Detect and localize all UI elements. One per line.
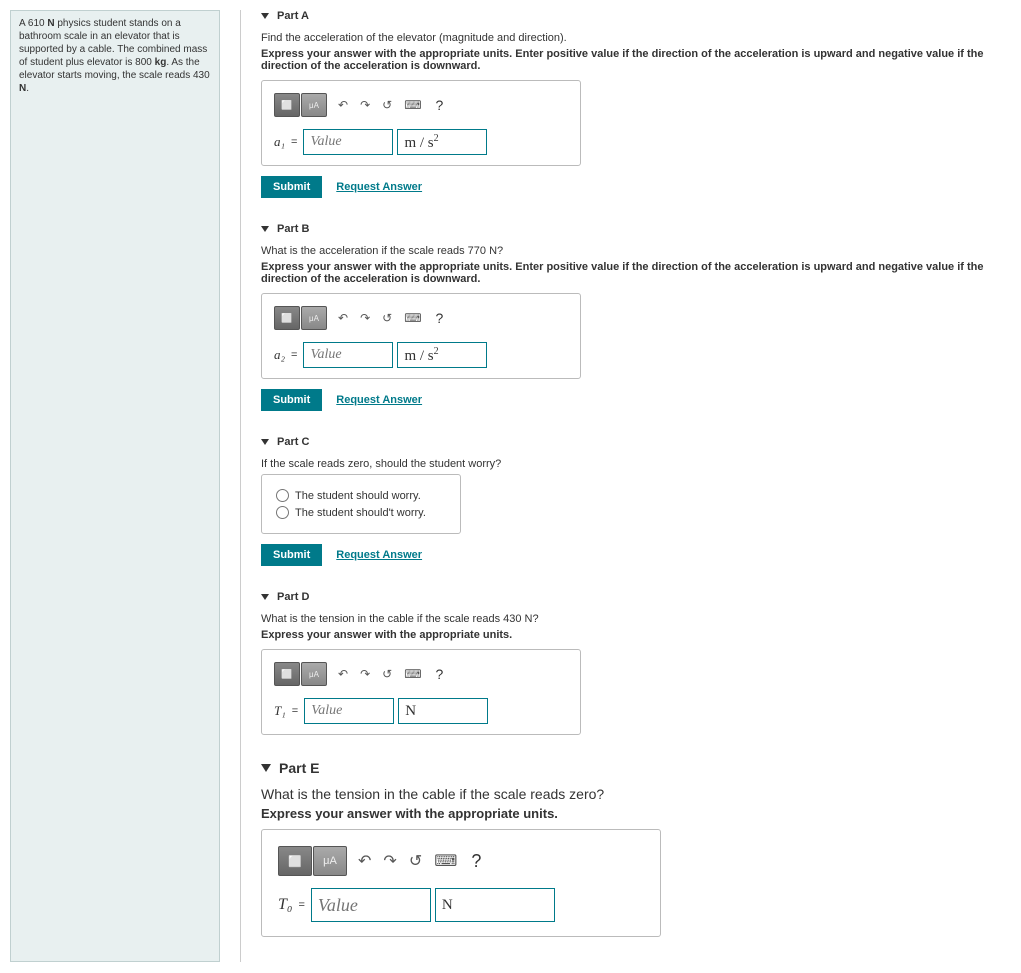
symbols-button[interactable]: μA (301, 93, 327, 117)
part-c: Part C If the scale reads zero, should t… (261, 436, 1011, 566)
part-e-unit-input[interactable]: N (435, 888, 555, 922)
part-b-unit-input[interactable]: m / s2 (397, 342, 487, 368)
part-c-options: The student should worry. The student sh… (261, 474, 461, 534)
keyboard-icon[interactable]: ⌨ (402, 667, 423, 681)
part-b-prompt: What is the acceleration if the scale re… (261, 245, 1011, 257)
part-a-instructions: Express your answer with the appropriate… (261, 48, 1011, 72)
part-a-title: Part A (277, 10, 309, 22)
help-icon[interactable]: ? (467, 851, 485, 872)
part-a-value-input[interactable] (303, 129, 393, 155)
reset-icon[interactable]: ↺ (380, 667, 394, 681)
keyboard-icon[interactable]: ⌨ (402, 98, 423, 112)
part-b-toolbar: ⬜ μA ↶ ↷ ↺ ⌨ ? (274, 304, 568, 332)
part-b: Part B What is the acceleration if the s… (261, 223, 1011, 411)
part-a-unit-input[interactable]: m / s2 (397, 129, 487, 155)
caret-icon (261, 439, 269, 445)
help-icon[interactable]: ? (432, 310, 448, 326)
part-b-answer-box: ⬜ μA ↶ ↷ ↺ ⌨ ? a₂ = m / s2 (261, 293, 581, 379)
symbols-button[interactable]: μA (301, 662, 327, 686)
undo-icon[interactable]: ↶ (336, 311, 350, 325)
help-icon[interactable]: ? (432, 97, 448, 113)
keyboard-icon[interactable]: ⌨ (402, 311, 423, 325)
part-e-answer-box: ⬜ μA ↶ ↷ ↺ ⌨ ? T₀ = N (261, 829, 661, 937)
part-d-unit-input[interactable]: N (398, 698, 488, 724)
keyboard-icon[interactable]: ⌨ (432, 851, 459, 871)
part-d-prompt: What is the tension in the cable if the … (261, 613, 1011, 625)
template-button[interactable]: ⬜ (278, 846, 312, 876)
part-c-request-answer[interactable]: Request Answer (336, 549, 422, 561)
part-e-value-input[interactable] (311, 888, 431, 922)
part-b-value-input[interactable] (303, 342, 393, 368)
redo-icon[interactable]: ↷ (358, 667, 372, 681)
part-b-submit-button[interactable]: Submit (261, 389, 322, 411)
redo-icon[interactable]: ↷ (381, 851, 398, 871)
part-c-radio-2[interactable] (276, 506, 289, 519)
part-e: Part E What is the tension in the cable … (261, 760, 1011, 937)
part-e-instructions: Express your answer with the appropriate… (261, 806, 1011, 821)
part-c-prompt: If the scale reads zero, should the stud… (261, 458, 1011, 470)
part-d-instructions: Express your answer with the appropriate… (261, 629, 1011, 641)
part-b-title: Part B (277, 223, 309, 235)
problem-statement: A 610 N physics student stands on a bath… (10, 10, 220, 962)
template-button[interactable]: ⬜ (274, 93, 300, 117)
part-a-toolbar: ⬜ μA ↶ ↷ ↺ ⌨ ? (274, 91, 568, 119)
part-a: Part A Find the acceleration of the elev… (261, 10, 1011, 198)
caret-icon (261, 13, 269, 19)
template-button[interactable]: ⬜ (274, 662, 300, 686)
part-a-header[interactable]: Part A (261, 10, 1011, 22)
part-e-header[interactable]: Part E (261, 760, 1011, 776)
part-b-var: a₂ (274, 347, 285, 363)
part-d: Part D What is the tension in the cable … (261, 591, 1011, 735)
caret-icon (261, 594, 269, 600)
undo-icon[interactable]: ↶ (336, 98, 350, 112)
caret-icon (261, 226, 269, 232)
part-d-answer-box: ⬜ μA ↶ ↷ ↺ ⌨ ? T₁ = N (261, 649, 581, 735)
part-a-prompt: Find the acceleration of the elevator (m… (261, 32, 1011, 44)
part-b-header[interactable]: Part B (261, 223, 1011, 235)
part-d-toolbar: ⬜ μA ↶ ↷ ↺ ⌨ ? (274, 660, 568, 688)
part-c-option-2[interactable]: The student should't worry. (276, 506, 446, 519)
part-c-title: Part C (277, 436, 309, 448)
part-c-submit-button[interactable]: Submit (261, 544, 322, 566)
undo-icon[interactable]: ↶ (336, 667, 350, 681)
part-c-header[interactable]: Part C (261, 436, 1011, 448)
part-a-request-answer[interactable]: Request Answer (336, 181, 422, 193)
part-b-request-answer[interactable]: Request Answer (336, 394, 422, 406)
reset-icon[interactable]: ↺ (380, 98, 394, 112)
part-c-radio-1[interactable] (276, 489, 289, 502)
part-d-header[interactable]: Part D (261, 591, 1011, 603)
part-e-var: T₀ (278, 896, 292, 914)
part-c-option-1[interactable]: The student should worry. (276, 489, 446, 502)
redo-icon[interactable]: ↷ (358, 311, 372, 325)
part-e-title: Part E (279, 760, 319, 776)
reset-icon[interactable]: ↺ (380, 311, 394, 325)
part-b-instructions: Express your answer with the appropriate… (261, 261, 1011, 285)
redo-icon[interactable]: ↷ (358, 98, 372, 112)
caret-icon (261, 764, 271, 772)
part-d-var: T₁ (274, 703, 286, 719)
template-button[interactable]: ⬜ (274, 306, 300, 330)
symbols-button[interactable]: μA (313, 846, 347, 876)
part-e-prompt: What is the tension in the cable if the … (261, 786, 1011, 802)
part-d-title: Part D (277, 591, 309, 603)
help-icon[interactable]: ? (432, 666, 448, 682)
part-a-var: a₁ (274, 134, 285, 150)
part-a-submit-button[interactable]: Submit (261, 176, 322, 198)
part-e-toolbar: ⬜ μA ↶ ↷ ↺ ⌨ ? (278, 844, 644, 878)
reset-icon[interactable]: ↺ (407, 851, 424, 871)
symbols-button[interactable]: μA (301, 306, 327, 330)
part-d-value-input[interactable] (304, 698, 394, 724)
undo-icon[interactable]: ↶ (356, 851, 373, 871)
part-a-answer-box: ⬜ μA ↶ ↷ ↺ ⌨ ? a₁ = m / s2 (261, 80, 581, 166)
